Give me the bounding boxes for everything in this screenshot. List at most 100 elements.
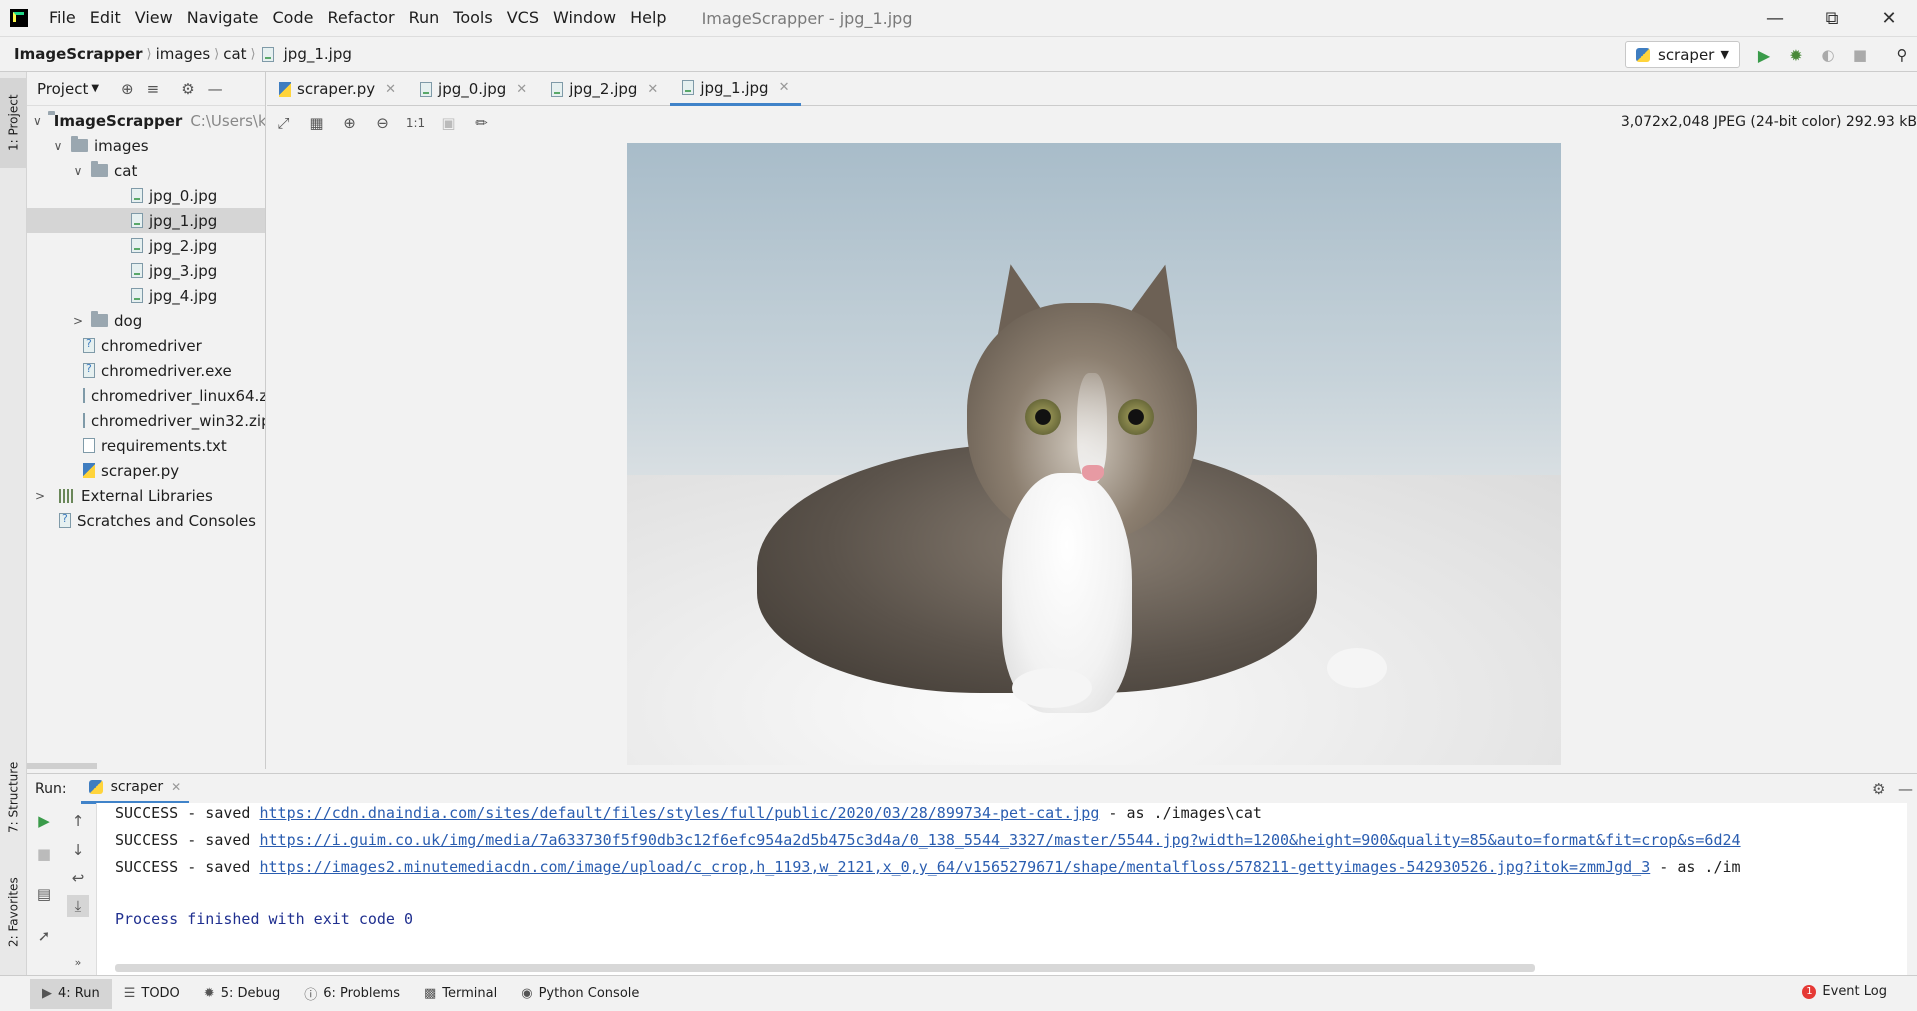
close-icon[interactable]: ✕ bbox=[779, 80, 790, 95]
menu-edit[interactable]: Edit bbox=[83, 0, 128, 36]
tree-item-dog[interactable]: > dog bbox=[27, 308, 265, 333]
horizontal-scrollbar[interactable] bbox=[27, 763, 97, 769]
rerun-button[interactable]: ▶ bbox=[33, 810, 55, 832]
run-console[interactable]: SUCCESS - saved https://cdn.dnaindia.com… bbox=[97, 803, 1907, 975]
tool-tab-debug[interactable]: ✹ 5: Debug bbox=[192, 979, 292, 1009]
menu-file[interactable]: File bbox=[42, 0, 83, 36]
tree-item-chromedriver-win32-zip[interactable]: chromedriver_win32.zip bbox=[27, 408, 265, 433]
stop-button[interactable]: ■ bbox=[1850, 45, 1870, 65]
tree-item-jpg-2[interactable]: jpg_2.jpg bbox=[27, 233, 265, 258]
tree-item-jpg-1[interactable]: jpg_1.jpg bbox=[27, 208, 265, 233]
tree-item-chromedriver-linux64-zip[interactable]: chromedriver_linux64.zip bbox=[27, 383, 265, 408]
tree-item-jpg-3[interactable]: jpg_3.jpg bbox=[27, 258, 265, 283]
image-cat-paw bbox=[1327, 648, 1387, 688]
tab-jpg-0[interactable]: jpg_0.jpg ✕ bbox=[408, 72, 539, 106]
menu-refactor[interactable]: Refactor bbox=[320, 0, 401, 36]
tree-item-images[interactable]: ∨ images bbox=[27, 133, 265, 158]
event-log-button[interactable]: 1 Event Log bbox=[1802, 984, 1887, 999]
project-view-select[interactable]: Project bbox=[37, 80, 88, 98]
toggle-grid-button[interactable]: ▦ bbox=[300, 109, 333, 137]
breadcrumb-file[interactable]: jpg_1.jpg bbox=[280, 45, 356, 63]
fit-zoom-button[interactable]: ▣ bbox=[432, 109, 465, 137]
tool-tab-python-console[interactable]: ◉ Python Console bbox=[509, 979, 651, 1009]
run-tab-scraper[interactable]: scraper ✕ bbox=[80, 774, 190, 804]
tree-item-scratches[interactable]: Scratches and Consoles bbox=[27, 508, 265, 533]
tree-item-chromedriver-exe[interactable]: chromedriver.exe bbox=[27, 358, 265, 383]
zoom-out-button[interactable]: ⊖ bbox=[366, 109, 399, 137]
tab-jpg-2[interactable]: jpg_2.jpg ✕ bbox=[539, 72, 670, 106]
run-panel-label: Run: bbox=[35, 780, 67, 797]
tab-scraper-py[interactable]: scraper.py ✕ bbox=[267, 72, 408, 106]
unknown-file-icon bbox=[83, 337, 95, 353]
console-link[interactable]: https://images2.minutemediacdn.com/image… bbox=[260, 858, 1651, 876]
tool-tab-label: Python Console bbox=[538, 986, 640, 1001]
tree-item-requirements-txt[interactable]: requirements.txt bbox=[27, 433, 265, 458]
color-picker-button[interactable]: ✏ bbox=[465, 109, 498, 137]
hide-icon[interactable]: — bbox=[1898, 780, 1913, 798]
debug-button[interactable]: ✹ bbox=[1786, 45, 1806, 65]
gear-icon[interactable]: ⚙ bbox=[1872, 780, 1885, 798]
tree-item-chromedriver[interactable]: chromedriver bbox=[27, 333, 265, 358]
structure-tool-tab[interactable]: 7: Structure bbox=[0, 752, 27, 842]
tree-item-jpg-0[interactable]: jpg_0.jpg bbox=[27, 183, 265, 208]
menu-tools[interactable]: Tools bbox=[446, 0, 499, 36]
soft-wrap-button[interactable]: ↩ bbox=[67, 867, 89, 889]
tree-item-label: chromedriver.exe bbox=[101, 361, 232, 380]
scroll-to-end-button[interactable]: ⤓ bbox=[67, 895, 89, 917]
pycharm-logo-icon bbox=[10, 9, 28, 27]
close-icon[interactable]: ✕ bbox=[516, 82, 527, 97]
image-file-icon bbox=[131, 288, 143, 303]
breadcrumb-cat[interactable]: cat bbox=[219, 45, 250, 63]
close-icon[interactable]: ✕ bbox=[171, 780, 181, 794]
menu-view[interactable]: View bbox=[128, 0, 180, 36]
close-icon[interactable]: ✕ bbox=[385, 82, 396, 97]
tree-item-external-libraries[interactable]: > External Libraries bbox=[27, 483, 265, 508]
scroll-up-button[interactable]: ↑ bbox=[67, 810, 89, 832]
menu-help[interactable]: Help bbox=[623, 0, 673, 36]
close-icon[interactable]: ✕ bbox=[647, 82, 658, 97]
gear-icon[interactable]: ⚙ bbox=[181, 80, 194, 98]
chevron-double-right-icon: » bbox=[74, 955, 82, 969]
console-link[interactable]: https://i.guim.co.uk/img/media/7a633730f… bbox=[260, 831, 1741, 849]
menu-run[interactable]: Run bbox=[402, 0, 447, 36]
console-horizontal-scrollbar[interactable] bbox=[115, 964, 1535, 972]
breadcrumb-project[interactable]: ImageScrapper bbox=[10, 45, 147, 63]
breadcrumb-images[interactable]: images bbox=[152, 45, 215, 63]
tool-tab-todo[interactable]: ☰ TODO bbox=[112, 979, 192, 1009]
stop-run-button[interactable]: ■ bbox=[33, 843, 55, 865]
restore-button[interactable]: ⧉ bbox=[1809, 0, 1855, 36]
layout-button[interactable]: ▤ bbox=[33, 883, 55, 905]
project-tool-tab[interactable]: 1: Project bbox=[0, 78, 27, 168]
console-line-prefix: SUCCESS - saved bbox=[115, 858, 260, 876]
tree-item-scraper-py[interactable]: scraper.py bbox=[27, 458, 265, 483]
menu-vcs[interactable]: VCS bbox=[500, 0, 546, 36]
tree-root-imagescrapper[interactable]: ∨ ImageScrapper C:\Users\ka bbox=[27, 108, 265, 133]
tree-item-cat[interactable]: ∨ cat bbox=[27, 158, 265, 183]
close-window-button[interactable]: ✕ bbox=[1866, 0, 1912, 36]
hide-icon[interactable]: — bbox=[208, 80, 223, 98]
run-button[interactable]: ▶ bbox=[1754, 45, 1774, 65]
tool-tab-terminal[interactable]: ▩ Terminal bbox=[412, 979, 509, 1009]
collapse-all-icon[interactable]: ≡ bbox=[147, 80, 160, 98]
actual-size-button[interactable]: 1:1 bbox=[399, 109, 432, 137]
tree-item-jpg-4[interactable]: jpg_4.jpg bbox=[27, 283, 265, 308]
favorites-tool-tab[interactable]: 2: Favorites bbox=[0, 867, 27, 957]
menu-window[interactable]: Window bbox=[546, 0, 623, 36]
pin-tab-button[interactable]: ➚ bbox=[33, 925, 55, 947]
search-everywhere-button[interactable]: ⚲ bbox=[1892, 45, 1912, 65]
scroll-down-button[interactable]: ↓ bbox=[67, 839, 89, 861]
structure-tool-tab-label: 7: Structure bbox=[6, 761, 21, 833]
minimize-button[interactable]: — bbox=[1752, 0, 1798, 36]
tab-jpg-1[interactable]: jpg_1.jpg ✕ bbox=[670, 72, 802, 106]
console-link[interactable]: https://cdn.dnaindia.com/sites/default/f… bbox=[260, 804, 1100, 822]
menu-code[interactable]: Code bbox=[266, 0, 321, 36]
coverage-button[interactable]: ◐ bbox=[1818, 45, 1838, 65]
menu-navigate[interactable]: Navigate bbox=[180, 0, 266, 36]
fit-to-window-button[interactable]: ⤢ bbox=[267, 109, 300, 137]
more-button[interactable]: » bbox=[67, 951, 89, 973]
tool-tab-problems[interactable]: ⓘ 6: Problems bbox=[292, 979, 412, 1009]
locate-icon[interactable]: ⊕ bbox=[121, 80, 134, 98]
zoom-in-button[interactable]: ⊕ bbox=[333, 109, 366, 137]
tool-tab-run[interactable]: ▶ 4: Run bbox=[30, 978, 112, 1009]
run-configuration-select[interactable]: scraper ▼ bbox=[1625, 41, 1740, 68]
